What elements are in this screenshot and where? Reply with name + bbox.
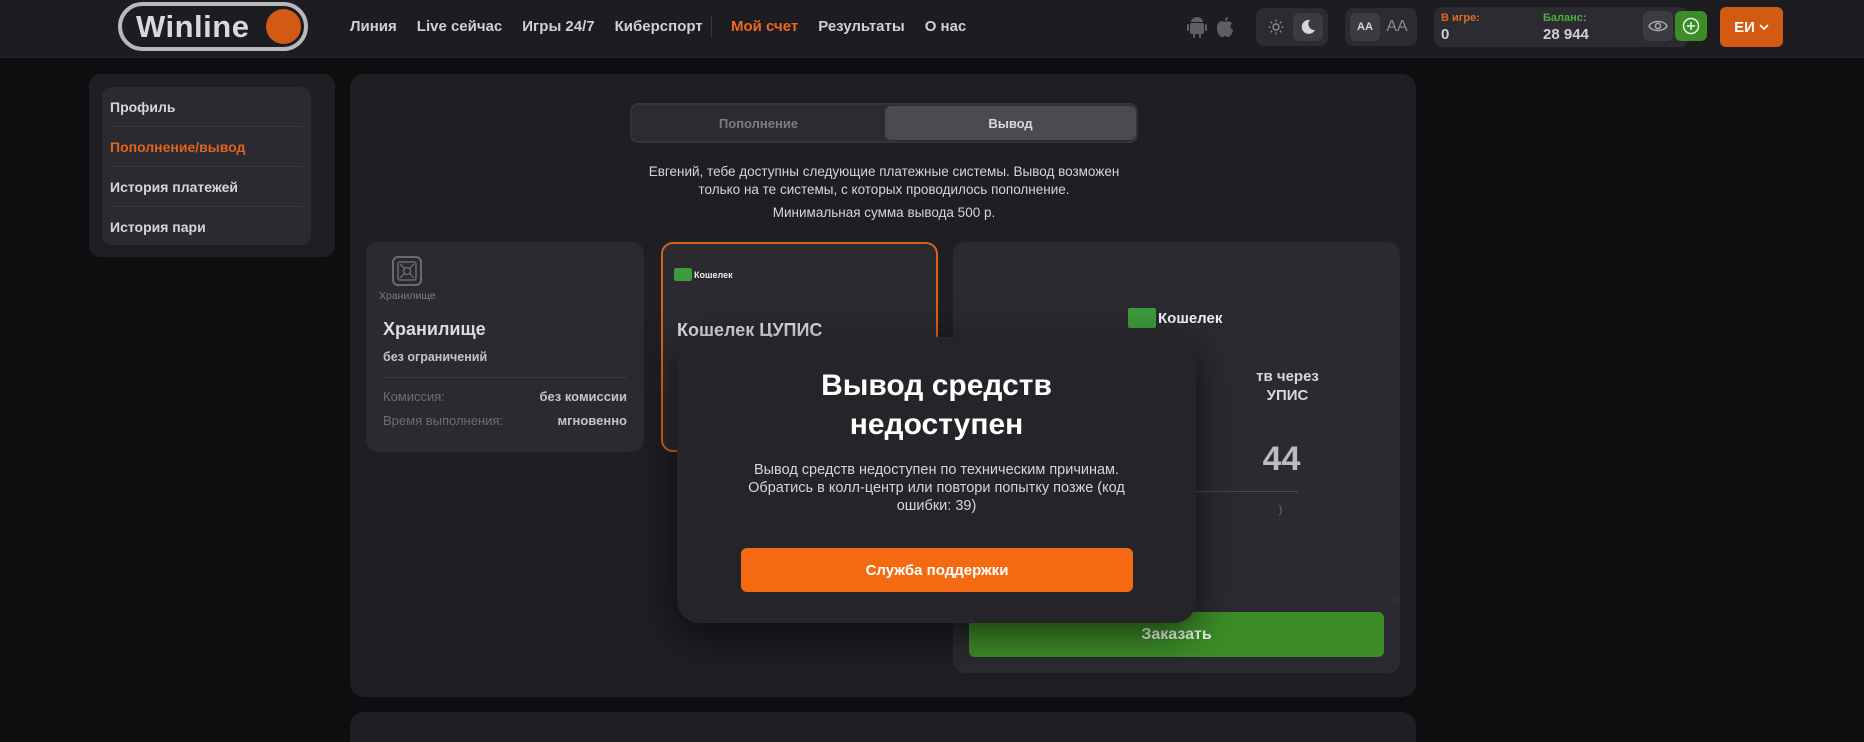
logo-dot [266,9,301,44]
next-section-panel [350,712,1416,742]
vault-icon [392,256,422,286]
app-download-icons [1187,16,1235,38]
nav-esports[interactable]: Киберспорт [615,18,703,35]
apple-icon[interactable] [1215,16,1235,38]
nav-results[interactable]: Результаты [818,18,904,35]
vault-caption: Хранилище [379,290,436,302]
fee-label: Комиссия: [383,389,445,404]
modal-message: Вывод средств недоступен по техническим … [748,462,1125,514]
user-initials: ЕИ [1734,18,1755,36]
sidebar-item-deposit-withdraw[interactable]: Пополнение/вывод [110,127,303,167]
nav-games[interactable]: Игры 24/7 [522,18,594,35]
fee-value: без комиссии [539,389,628,404]
wallet-icon [674,268,692,281]
nav-line[interactable]: Линия [350,18,397,35]
main-nav: Линия Live сейчас Игры 24/7 Киберспорт [350,18,723,35]
user-menu-button[interactable]: ЕИ [1720,7,1783,47]
sidebar-menu: Профиль Пополнение/вывод История платеже… [102,87,311,245]
time-value: мгновенно [557,413,627,428]
wallet-logo: Кошелек [674,268,733,281]
theme-switcher [1256,8,1328,46]
card-divider [383,377,627,378]
logo-text: Winline [136,9,250,44]
font-big-button[interactable]: AA [1382,13,1412,41]
android-icon[interactable] [1187,16,1207,38]
deposit-button[interactable] [1675,11,1707,41]
vault-card[interactable]: Хранилище Хранилище без ограничений Коми… [366,242,644,452]
dark-theme-button[interactable] [1293,13,1323,41]
sidebar-item-bet-history[interactable]: История пари [110,207,303,247]
plus-circle-icon [1682,17,1700,35]
scroll-indicator [1392,596,1401,605]
withdrawal-unavailable-modal: Вывод средств недоступен Вывод средств н… [677,337,1196,623]
light-theme-button[interactable] [1261,13,1291,41]
sun-icon [1268,19,1284,35]
min-withdrawal-text: Минимальная сумма вывода 500 р. [772,205,996,220]
nav-my-account[interactable]: Мой счет [731,18,798,35]
wallet-logo-text: Кошелек [1158,309,1223,327]
nav-live[interactable]: Live сейчас [417,18,502,35]
sidebar-item-payment-history[interactable]: История платежей [110,167,303,207]
in-game-value: 0 [1441,26,1450,43]
wallet-logo-large: Кошелек [1128,308,1222,328]
sidebar-item-profile[interactable]: Профиль [110,87,303,127]
modal-title-line1: Вывод средств [821,369,1052,402]
vault-limits: без ограничений [383,350,488,364]
wallet-icon [1128,308,1156,328]
moon-icon [1301,19,1315,34]
payment-systems-info: Евгений, тебе доступны следующие платежн… [648,164,1120,197]
modal-title: Вывод средств недоступен [677,366,1196,444]
deposit-withdraw-tabs: Пополнение Вывод [630,103,1138,143]
balance-value: 28 944 [1543,26,1589,43]
in-game-label: В игре: [1441,12,1480,24]
toggle-balance-visibility-button[interactable] [1643,11,1673,41]
font-size-switcher: AA AA [1345,8,1417,46]
font-small-button[interactable]: AA [1350,13,1380,41]
support-button[interactable]: Служба поддержки [741,548,1133,592]
tab-withdraw[interactable]: Вывод [885,106,1136,140]
modal-title-line2: недоступен [849,408,1024,441]
tab-deposit[interactable]: Пополнение [633,106,884,140]
nav-about[interactable]: О нас [925,18,967,35]
top-header: Winline Линия Live сейчас Игры 24/7 Кибе… [0,0,1864,58]
secondary-nav: Мой счет Результаты О нас [731,18,986,35]
chevron-down-icon [1759,24,1769,31]
winline-logo[interactable]: Winline [118,2,308,51]
account-sidebar: Профиль Пополнение/вывод История платеже… [89,74,335,257]
eye-icon [1648,20,1668,32]
time-label: Время выполнения: [383,413,504,428]
wallet-logo-text: Кошелек [694,269,733,280]
vault-title: Хранилище [383,319,486,339]
nav-divider [711,16,712,38]
balance-label: Баланс: [1543,12,1587,24]
